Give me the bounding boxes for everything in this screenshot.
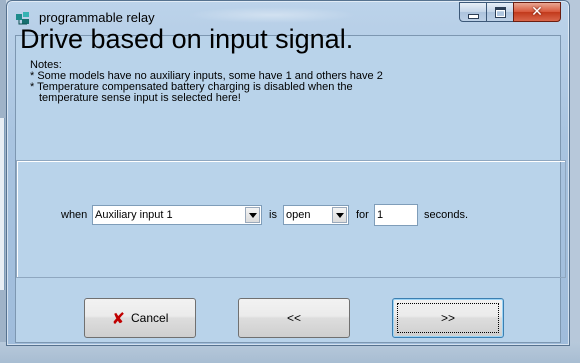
state-select[interactable]: open	[283, 205, 349, 225]
title-glow	[187, 7, 357, 23]
focus-ring	[397, 303, 499, 333]
chevron-down-icon	[335, 212, 344, 218]
is-label: is	[269, 209, 277, 221]
close-button[interactable]: ✕	[513, 2, 561, 22]
input-select-value: Auxiliary input 1	[95, 209, 173, 221]
window-title: programmable relay	[39, 10, 155, 25]
seconds-label: seconds.	[424, 209, 469, 221]
state-select-value: open	[286, 209, 311, 221]
duration-input[interactable]: 1	[374, 204, 418, 226]
cancel-button-label: Cancel	[131, 311, 169, 325]
back-button-label: <<	[286, 311, 301, 325]
notes-block: Notes: * Some models have no auxiliary i…	[30, 60, 383, 104]
window-controls: ✕	[459, 2, 563, 24]
cancel-button[interactable]: ✘ Cancel	[84, 298, 196, 338]
cancel-x-icon: ✘	[111, 308, 126, 328]
background-window-edge	[0, 118, 5, 290]
maximize-icon	[494, 6, 506, 18]
note-item: temperature sense input is selected here…	[39, 92, 241, 104]
next-button[interactable]: >>	[392, 298, 504, 338]
maximize-button[interactable]	[486, 2, 514, 22]
when-label: when	[61, 209, 88, 221]
page-title: Drive based on input signal.	[20, 24, 354, 54]
state-select-dropdown-button[interactable]	[332, 207, 347, 223]
minimize-button[interactable]	[459, 2, 487, 22]
input-select-dropdown-button[interactable]	[245, 207, 260, 223]
for-label: for	[356, 209, 369, 221]
chevron-down-icon	[248, 212, 257, 218]
minimize-icon	[467, 13, 479, 19]
close-icon: ✕	[531, 4, 543, 20]
input-select[interactable]: Auxiliary input 1	[92, 205, 262, 225]
back-button[interactable]: <<	[238, 298, 350, 338]
